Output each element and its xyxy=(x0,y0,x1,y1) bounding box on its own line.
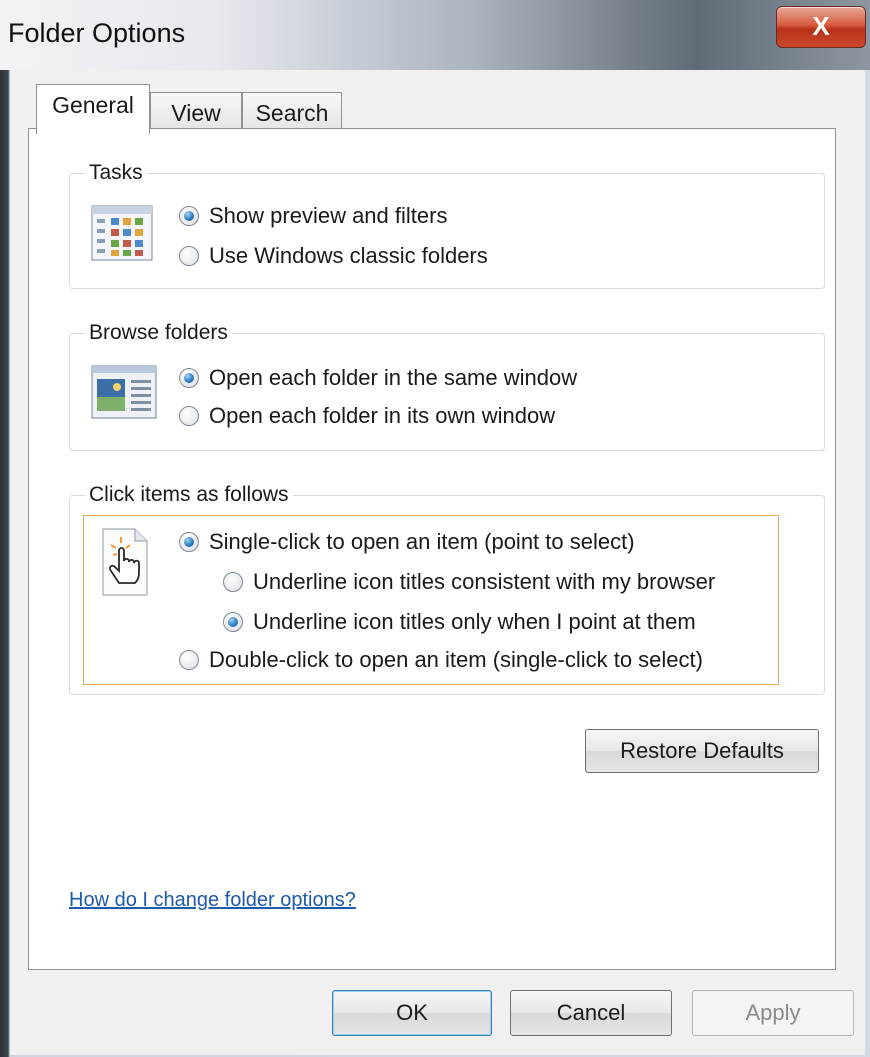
click-items-legend: Click items as follows xyxy=(85,483,293,507)
folder-options-window: Folder Options X General View Search Tas… xyxy=(0,0,870,1057)
title-bar[interactable]: Folder Options X xyxy=(0,0,870,70)
same-window-label: Open each folder in the same window xyxy=(209,365,578,390)
underline-point-label: Underline icon titles only when I point … xyxy=(253,609,696,634)
double-click-label: Double-click to open an item (single-cli… xyxy=(209,647,703,672)
tasks-legend: Tasks xyxy=(85,161,147,185)
same-window-radio[interactable]: Open each folder in the same window xyxy=(179,365,577,391)
radio-selected-icon xyxy=(223,612,243,632)
double-click-radio[interactable]: Double-click to open an item (single-cli… xyxy=(179,647,703,673)
tab-view-label: View xyxy=(171,100,221,126)
restore-defaults-label: Restore Defaults xyxy=(620,738,784,763)
restore-defaults-button[interactable]: Restore Defaults xyxy=(585,729,819,773)
tab-general-label: General xyxy=(52,92,134,118)
browse-legend: Browse folders xyxy=(85,321,232,345)
apply-label: Apply xyxy=(745,1000,801,1025)
underline-browser-radio[interactable]: Underline icon titles consistent with my… xyxy=(223,569,715,595)
help-link[interactable]: How do I change folder options? xyxy=(69,889,356,912)
radio-unselected-icon xyxy=(179,246,199,266)
show-preview-label: Show preview and filters xyxy=(209,203,448,228)
cancel-label: Cancel xyxy=(556,1000,626,1025)
window-title: Folder Options xyxy=(8,18,186,48)
hand-pointer-icon xyxy=(99,527,151,597)
browse-folders-group xyxy=(69,333,825,451)
radio-selected-icon xyxy=(179,368,199,388)
radio-unselected-icon xyxy=(223,572,243,592)
show-preview-radio[interactable]: Show preview and filters xyxy=(179,203,447,229)
radio-selected-icon xyxy=(179,206,199,226)
own-window-label: Open each folder in its own window xyxy=(209,403,556,428)
ok-button[interactable]: OK xyxy=(332,990,492,1036)
single-click-radio[interactable]: Single-click to open an item (point to s… xyxy=(179,529,635,555)
own-window-radio[interactable]: Open each folder in its own window xyxy=(179,403,555,429)
radio-unselected-icon xyxy=(179,650,199,670)
radio-selected-icon xyxy=(179,532,199,552)
apply-button[interactable]: Apply xyxy=(692,990,854,1036)
tasks-group xyxy=(69,173,825,289)
radio-unselected-icon xyxy=(179,406,199,426)
underline-browser-label: Underline icon titles consistent with my… xyxy=(253,569,716,594)
cancel-button[interactable]: Cancel xyxy=(510,990,672,1036)
ok-label: OK xyxy=(396,1000,428,1025)
tab-general[interactable]: General xyxy=(36,84,150,134)
classic-folders-label: Use Windows classic folders xyxy=(209,243,488,268)
underline-point-radio[interactable]: Underline icon titles only when I point … xyxy=(223,609,696,635)
tab-search-label: Search xyxy=(255,100,329,126)
single-click-label: Single-click to open an item (point to s… xyxy=(209,529,635,554)
same-window-icon xyxy=(91,365,157,419)
general-tab-page: Tasks Show preview and filters Use Windo… xyxy=(28,128,836,970)
preview-filters-icon xyxy=(91,205,153,261)
classic-folders-radio[interactable]: Use Windows classic folders xyxy=(179,243,488,269)
close-icon: X xyxy=(812,11,830,41)
close-button[interactable]: X xyxy=(776,6,866,48)
